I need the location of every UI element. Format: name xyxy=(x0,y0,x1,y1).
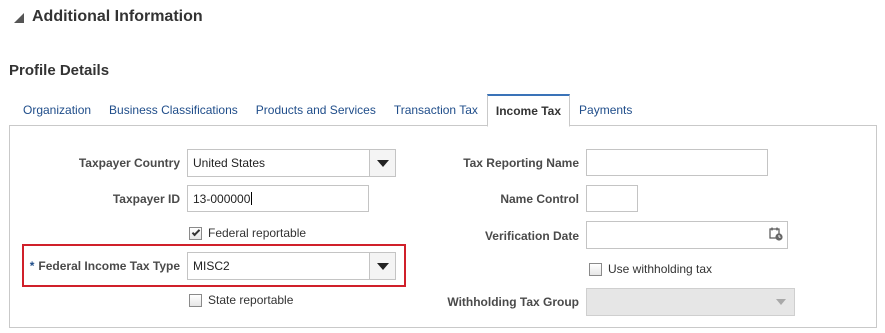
verification-date-input[interactable] xyxy=(586,221,788,249)
taxpayer-country-dropdown-button[interactable] xyxy=(369,150,395,176)
taxpayer-country-select[interactable]: United States xyxy=(187,149,396,177)
tab-business-classifications[interactable]: Business Classifications xyxy=(100,94,247,126)
taxpayer-id-input[interactable]: 13-000000 xyxy=(187,185,369,212)
taxpayer-country-value: United States xyxy=(193,156,266,170)
federal-income-tax-type-label: * Federal Income Tax Type xyxy=(30,259,180,273)
use-withholding-tax-label: Use withholding tax xyxy=(608,262,713,276)
taxpayer-id-value: 13-000000 xyxy=(193,191,251,206)
tax-reporting-name-label: Tax Reporting Name xyxy=(463,156,579,170)
tab-payments[interactable]: Payments xyxy=(570,94,641,126)
taxpayer-id-label: Taxpayer ID xyxy=(112,192,180,206)
federal-reportable-checkbox[interactable] xyxy=(189,226,202,240)
taxpayer-country-label: Taxpayer Country xyxy=(78,156,180,170)
tab-organization[interactable]: Organization xyxy=(14,94,100,126)
tab-income-tax[interactable]: Income Tax xyxy=(486,94,571,127)
state-reportable-checkbox[interactable] xyxy=(189,293,202,307)
chevron-down-icon xyxy=(376,262,389,270)
federal-income-tax-type-value: MISC2 xyxy=(193,259,230,273)
section-title: Additional Information xyxy=(32,8,203,25)
profile-details-title: Profile Details xyxy=(9,62,110,79)
use-withholding-tax-checkbox[interactable] xyxy=(589,262,602,276)
state-reportable-row[interactable]: State reportable xyxy=(189,293,293,307)
text-cursor xyxy=(251,192,253,205)
checkmark-icon xyxy=(191,227,200,237)
verification-date-label: Verification Date xyxy=(484,229,579,243)
tax-reporting-name-input[interactable] xyxy=(586,149,768,176)
tab-transaction-tax[interactable]: Transaction Tax xyxy=(385,94,487,126)
name-control-input[interactable] xyxy=(586,185,638,212)
withholding-tax-group-label: Withholding Tax Group xyxy=(447,295,579,309)
required-indicator: * xyxy=(29,259,35,273)
withholding-tax-group-select xyxy=(586,288,795,316)
calendar-icon[interactable] xyxy=(769,227,783,241)
profile-tabs: Organization Business Classifications Pr… xyxy=(14,94,641,127)
federal-income-tax-type-label-text: Federal Income Tax Type xyxy=(38,259,180,273)
chevron-down-icon xyxy=(776,299,786,305)
withholding-tax-group-dropdown-button xyxy=(768,289,794,315)
additional-information-header[interactable]: Additional Information xyxy=(14,6,203,28)
federal-income-tax-type-select[interactable]: MISC2 xyxy=(187,252,396,280)
name-control-label: Name Control xyxy=(500,192,579,206)
federal-reportable-row[interactable]: Federal reportable xyxy=(189,226,306,240)
federal-income-tax-type-dropdown-button[interactable] xyxy=(369,253,395,279)
state-reportable-label: State reportable xyxy=(208,293,294,307)
use-withholding-tax-row[interactable]: Use withholding tax xyxy=(589,262,712,276)
tab-products-and-services[interactable]: Products and Services xyxy=(247,94,385,126)
triangle-collapse-icon[interactable] xyxy=(14,13,24,23)
chevron-down-icon xyxy=(376,159,389,167)
federal-reportable-label: Federal reportable xyxy=(208,226,307,240)
